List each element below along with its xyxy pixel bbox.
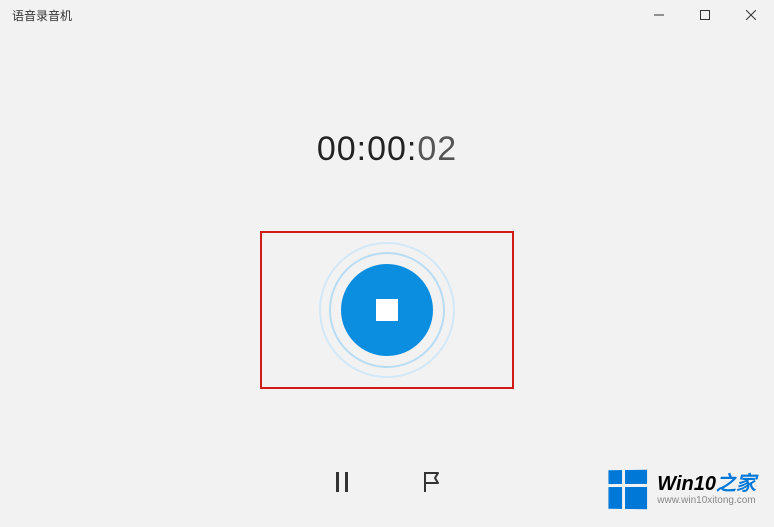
pulse-ring-inner bbox=[329, 252, 445, 368]
window-title: 语音录音机 bbox=[12, 7, 72, 24]
watermark-brand-prefix: Win10 bbox=[657, 473, 716, 495]
pulse-ring-outer bbox=[319, 242, 455, 378]
watermark-brand-suffix: 之家 bbox=[716, 473, 756, 495]
timer-seconds: 02 bbox=[417, 130, 457, 168]
pause-button[interactable] bbox=[327, 467, 357, 497]
maximize-button[interactable] bbox=[682, 0, 728, 30]
watermark-url: www.win10xitong.com bbox=[657, 495, 756, 506]
stop-icon bbox=[376, 299, 398, 321]
bottom-controls bbox=[327, 467, 447, 497]
flag-icon bbox=[422, 471, 442, 493]
flag-button[interactable] bbox=[417, 467, 447, 497]
watermark-brand: Win10之家 bbox=[657, 473, 756, 495]
windows-logo-icon bbox=[609, 470, 648, 510]
highlight-box bbox=[260, 231, 514, 389]
main-area: 00:00:02 Win10 bbox=[0, 30, 774, 527]
titlebar: 语音录音机 bbox=[0, 0, 774, 30]
minimize-icon bbox=[654, 10, 664, 20]
window-controls bbox=[636, 0, 774, 30]
timer-hours-minutes: 00:00: bbox=[317, 130, 418, 168]
recording-timer: 00:00:02 bbox=[317, 130, 457, 169]
minimize-button[interactable] bbox=[636, 0, 682, 30]
watermark: Win10之家 www.win10xitong.com bbox=[608, 470, 756, 509]
close-button[interactable] bbox=[728, 0, 774, 30]
stop-recording-button[interactable] bbox=[341, 264, 433, 356]
close-icon bbox=[746, 10, 756, 20]
maximize-icon bbox=[700, 10, 710, 20]
pause-icon bbox=[334, 472, 350, 492]
watermark-text: Win10之家 www.win10xitong.com bbox=[657, 473, 756, 506]
